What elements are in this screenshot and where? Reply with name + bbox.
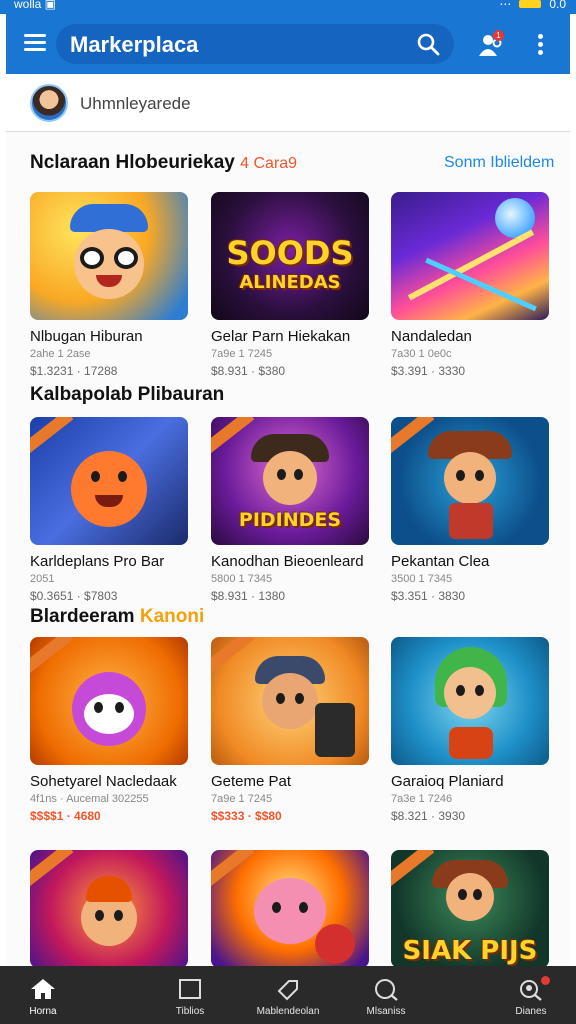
nav-item-mablendeolan[interactable]: Mablendeolan (238, 966, 338, 1024)
card-meta: 7a30 1 0e0c (391, 348, 452, 360)
card-meta: 3500 1 7345 (391, 573, 453, 585)
game-card[interactable]: Sohetyarel Nacledaak 4f1ns · Aucemal 302… (30, 637, 190, 823)
card-price: $3.391 · 3330 (391, 364, 466, 378)
thumbnail-logo-text: SIAK PIJS (402, 936, 538, 966)
battery-icon (519, 0, 542, 8)
game-card[interactable]: SIAK PIJS (391, 850, 551, 966)
app-title: Markerplaca (70, 32, 199, 57)
game-thumbnail[interactable]: SIAK PIJS (391, 850, 549, 966)
thumbnail-logo-text: SOODS (226, 234, 354, 272)
status-right: ⋯ 0.0 (499, 0, 566, 10)
game-thumbnail[interactable] (30, 417, 188, 545)
game-thumbnail[interactable] (30, 850, 188, 966)
section-title-text: Kalbapolab Plibauran (30, 384, 225, 405)
game-thumbnail[interactable] (391, 637, 549, 765)
status-right-text: 0.0 (549, 0, 566, 11)
card-title: Nandaledan (391, 328, 472, 345)
game-thumbnail[interactable]: PIDINDES (211, 417, 369, 545)
card-price: $0.3651 · $7803 (30, 589, 118, 603)
game-thumbnail[interactable] (391, 192, 549, 320)
marketplace-feed[interactable]: Nclaraan Hlobeuriekay 4 Cara9 Sonm Iblie… (6, 132, 570, 966)
card-meta: 7a3e 1 7246 (391, 793, 453, 805)
game-card[interactable]: Pekantan Clea 3500 1 7345 $3.351 · 3830 (391, 417, 551, 603)
section-title-text: Blardeeram (30, 606, 135, 627)
card-meta: 7a9e 1 7245 (211, 793, 273, 805)
game-card[interactable]: Geteme Pat 7a9e 1 7245 $$333 · $$80 (211, 637, 371, 823)
status-bar: wolla ▣ ⋯ 0.0 (0, 0, 576, 14)
nav-item-mlsaniss[interactable]: Mlsaniss (336, 966, 436, 1024)
game-thumbnail[interactable]: SOODS ALINEDAS (211, 192, 369, 320)
notification-badge: 1 (493, 30, 504, 41)
game-card[interactable] (211, 850, 371, 966)
square-icon (179, 979, 201, 999)
card-meta: 7a9e 1 7245 (211, 348, 273, 360)
nav-item-dianes[interactable]: Dianes (481, 966, 576, 1024)
game-thumbnail[interactable] (211, 637, 369, 765)
card-title: Karldeplans Pro Bar (30, 553, 165, 570)
card-price: $$$$1 · 4680 (30, 809, 101, 823)
card-price: $8.931 · 1380 (211, 589, 286, 603)
card-meta: 4f1ns · Aucemal 302255 (30, 793, 149, 805)
user-row[interactable]: Uhmnleyarede (6, 74, 570, 132)
status-left-text: wolla ▣ (14, 0, 57, 11)
home-icon (31, 979, 55, 999)
card-meta: 2051 (30, 573, 55, 585)
card-price: $1.3231 · 17288 (30, 364, 118, 378)
card-title: Garaioq Planiard (391, 773, 504, 790)
card-meta: 5800 1 7345 (211, 573, 273, 585)
game-card[interactable]: Garaioq Planiard 7a3e 1 7246 $8.321 · 39… (391, 637, 551, 823)
nav-label: Mablendeolan (256, 1006, 320, 1017)
card-title: Nlbugan Hiburan (30, 328, 143, 345)
game-thumbnail[interactable] (391, 417, 549, 545)
game-thumbnail[interactable] (30, 192, 188, 320)
notification-button[interactable]: 1 (476, 30, 506, 60)
section-accent-text: 4 Cara9 (240, 155, 298, 172)
card-price: $$333 · $$80 (211, 809, 282, 823)
card-price: $8.931 · $380 (211, 364, 286, 378)
nav-item-home[interactable]: Horna (0, 966, 93, 1024)
card-title: Pekantan Clea (391, 553, 490, 570)
see-all-link[interactable]: Sonm Iblieldem (444, 154, 554, 172)
nav-item-tiblios[interactable]: Tiblios (140, 966, 240, 1024)
thumbnail-logo-text: ALINEDAS (239, 272, 341, 293)
game-thumbnail[interactable] (30, 637, 188, 765)
card-title: Sohetyarel Nacledaak (30, 773, 177, 790)
game-card[interactable]: SOODS ALINEDAS Gelar Parn Hiekakan 7a9e … (211, 192, 371, 378)
wifi-icon: ⋯ (499, 0, 512, 11)
section-accent-text: Kanoni (139, 606, 205, 627)
game-card[interactable]: Nlbugan Hiburan 2ahe 1 2ase $1.3231 · 17… (30, 192, 190, 378)
menu-icon[interactable] (24, 34, 46, 52)
more-options-icon[interactable] (538, 34, 544, 56)
section-title: Nclaraan Hlobeuriekay 4 Cara9 (30, 152, 297, 174)
thumbnail-logo-text: PIDINDES (238, 509, 342, 531)
avatar[interactable] (30, 84, 68, 122)
game-card[interactable]: PIDINDES Kanodhan Bieoenleard 5800 1 734… (211, 417, 371, 603)
search-icon[interactable] (416, 32, 440, 56)
tag-icon (277, 980, 298, 1001)
section-title: Kalbapolab Plibauran (30, 384, 224, 406)
card-meta: 2ahe 1 2ase (30, 348, 91, 360)
card-title: Kanodhan Bieoenleard (211, 553, 364, 570)
game-card[interactable] (30, 850, 190, 966)
nav-label: Horna (29, 1006, 57, 1017)
game-card[interactable]: Karldeplans Pro Bar 2051 $0.3651 · $7803 (30, 417, 190, 603)
user-name: Uhmnleyarede (80, 94, 191, 113)
nav-label: Tiblios (175, 1006, 205, 1017)
nav-label: Mlsaniss (366, 1006, 406, 1017)
nav-badge (541, 976, 550, 985)
app-bar: Markerplaca 1 (6, 14, 570, 74)
card-price: $3.351 · 3830 (391, 589, 466, 603)
card-price: $8.321 · 3930 (391, 809, 466, 823)
game-card[interactable]: Nandaledan 7a30 1 0e0c $3.391 · 3330 (391, 192, 551, 378)
search-bar[interactable]: Markerplaca (56, 24, 454, 64)
section-title: Blardeeram Kanoni (30, 606, 204, 628)
game-thumbnail[interactable] (211, 850, 369, 966)
card-title: Gelar Parn Hiekakan (211, 328, 351, 345)
card-title: Geteme Pat (211, 773, 292, 790)
section-title-text: Nclaraan Hlobeuriekay (30, 152, 235, 173)
nav-label: Dianes (515, 1006, 547, 1017)
profile-search-icon (520, 980, 542, 1001)
bottom-nav: Horna Tiblios Mablendeolan Mlsaniss Dian… (0, 966, 576, 1024)
chat-search-icon (375, 979, 398, 1001)
